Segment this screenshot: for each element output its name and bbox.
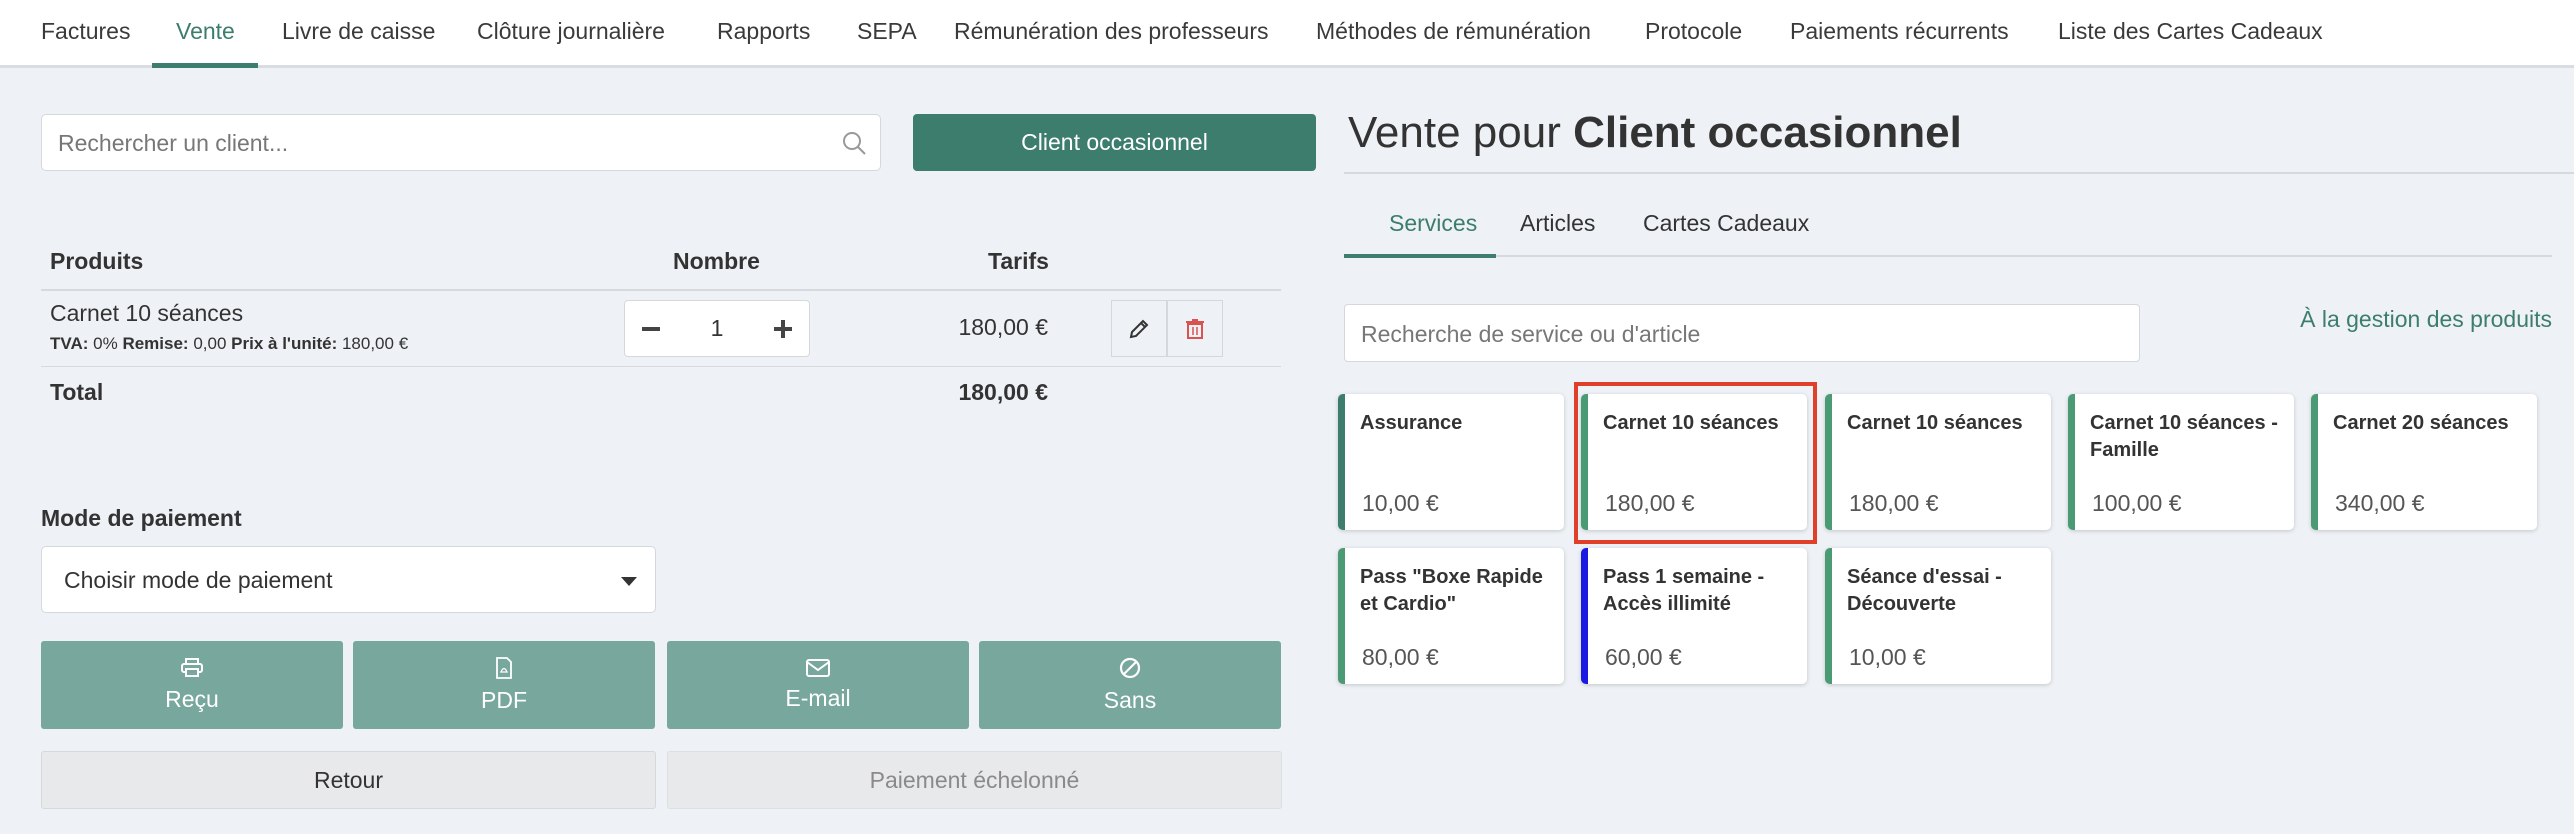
product-card-price: 80,00 € xyxy=(1362,644,1439,670)
occasional-client-button[interactable]: Client occasionnel xyxy=(913,114,1316,171)
table-divider xyxy=(41,289,1281,291)
cart-item-meta: TVA: 0% Remise: 0,00 Prix à l'unité: 180… xyxy=(50,334,409,353)
product-card[interactable]: Carnet 20 séances 340,00 € xyxy=(2311,394,2537,530)
title-divider xyxy=(1344,172,2574,174)
back-button[interactable]: Retour xyxy=(41,751,656,809)
email-button[interactable]: E-mail xyxy=(667,641,969,729)
tab-remuneration-professeurs[interactable]: Rémunération des professeurs xyxy=(954,18,1269,45)
total-label: Total xyxy=(50,379,104,405)
client-search-box xyxy=(41,114,881,171)
receipt-button-label: Reçu xyxy=(165,685,219,712)
product-card-name: Pass 1 semaine - Accès illimité xyxy=(1603,566,1765,615)
service-search-box xyxy=(1344,304,2140,362)
product-card-price: 100,00 € xyxy=(2092,490,2182,516)
active-tab-indicator xyxy=(152,63,258,68)
product-card-name: Séance d'essai - Découverte xyxy=(1847,566,2002,615)
no-receipt-button[interactable]: Sans xyxy=(979,641,1281,729)
table-divider xyxy=(41,366,1281,367)
product-card-price: 180,00 € xyxy=(1849,490,1939,516)
tab-articles[interactable]: Articles xyxy=(1520,210,1595,237)
tab-services[interactable]: Services xyxy=(1389,210,1477,237)
tabs-divider xyxy=(1344,255,2552,257)
email-button-label: E-mail xyxy=(785,684,851,711)
payment-mode-label: Mode de paiement xyxy=(41,505,242,531)
quantity-stepper: 1 xyxy=(624,300,810,357)
product-card[interactable]: Pass "Boxe Rapide et Cardio" 80,00 € xyxy=(1338,548,1564,684)
installment-payment-button[interactable]: Paiement échelonné xyxy=(667,751,1282,809)
product-card-name: Pass "Boxe Rapide et Cardio" xyxy=(1360,566,1543,615)
active-tab-indicator xyxy=(1344,254,1496,258)
product-card[interactable]: Carnet 10 séances 180,00 € xyxy=(1825,394,2051,530)
manage-products-link[interactable]: À la gestion des produits xyxy=(2300,306,2552,333)
tab-livre-de-caisse[interactable]: Livre de caisse xyxy=(282,18,435,45)
product-card-price: 340,00 € xyxy=(2335,490,2425,516)
pencil-icon xyxy=(1129,319,1149,338)
pdf-button-label: PDF xyxy=(481,686,527,713)
quantity-value[interactable]: 1 xyxy=(681,315,753,342)
product-card[interactable]: Carnet 10 séances - Famille 100,00 € xyxy=(2068,394,2294,530)
no-receipt-button-label: Sans xyxy=(1103,686,1157,713)
payment-mode-value: Choisir mode de paiement xyxy=(64,567,333,593)
plus-icon[interactable] xyxy=(765,311,801,347)
products-header: Produits xyxy=(50,248,144,274)
tab-methodes-remuneration[interactable]: Méthodes de rémunération xyxy=(1316,18,1591,45)
tab-liste-cartes-cadeaux[interactable]: Liste des Cartes Cadeaux xyxy=(2058,18,2323,45)
pdf-file-icon xyxy=(496,656,512,679)
printer-icon xyxy=(181,657,203,677)
product-card-price: 10,00 € xyxy=(1362,490,1439,516)
envelope-icon xyxy=(806,658,830,677)
cart-item-price: 180,00 € xyxy=(958,314,1048,340)
caret-down-icon xyxy=(621,577,637,586)
tab-protocole[interactable]: Protocole xyxy=(1645,18,1742,45)
product-card-price: 10,00 € xyxy=(1849,644,1926,670)
tab-paiements-recurrents[interactable]: Paiements récurrents xyxy=(1790,18,2009,45)
top-nav: Factures Vente Livre de caisse Clôture j… xyxy=(0,0,2574,68)
tab-rapports[interactable]: Rapports xyxy=(717,18,810,45)
tab-vente[interactable]: Vente xyxy=(176,18,235,45)
delete-item-button[interactable] xyxy=(1167,300,1223,357)
pdf-button[interactable]: PDF xyxy=(353,641,655,729)
product-card[interactable]: Assurance 10,00 € xyxy=(1338,394,1564,530)
product-card-name: Carnet 10 séances - Famille xyxy=(2090,412,2278,461)
product-card[interactable]: Séance d'essai - Découverte 10,00 € xyxy=(1825,548,2051,684)
ban-icon xyxy=(1119,657,1141,678)
tab-sepa[interactable]: SEPA xyxy=(857,18,917,45)
cart-item-name: Carnet 10 séances xyxy=(50,300,244,326)
product-card-name: Carnet 20 séances xyxy=(2333,412,2509,434)
minus-icon[interactable] xyxy=(633,311,669,347)
search-icon[interactable] xyxy=(840,129,868,157)
page-title: Vente pour Client occasionnel xyxy=(1348,108,1962,157)
payment-mode-select[interactable]: Choisir mode de paiement xyxy=(41,546,656,613)
tab-cloture-journaliere[interactable]: Clôture journalière xyxy=(477,18,665,45)
price-header: Tarifs xyxy=(988,248,1049,274)
quantity-header: Nombre xyxy=(673,248,760,274)
selected-card-highlight xyxy=(1574,382,1817,544)
tab-cartes-cadeaux[interactable]: Cartes Cadeaux xyxy=(1643,210,1809,237)
product-card[interactable]: Pass 1 semaine - Accès illimité 60,00 € xyxy=(1581,548,1807,684)
product-card-name: Carnet 10 séances xyxy=(1847,412,2023,434)
trash-icon xyxy=(1186,318,1204,339)
edit-item-button[interactable] xyxy=(1111,300,1167,357)
product-card-name: Assurance xyxy=(1360,412,1463,434)
client-search-input[interactable] xyxy=(58,127,838,159)
product-card-price: 60,00 € xyxy=(1605,644,1682,670)
total-value: 180,00 € xyxy=(958,379,1048,405)
receipt-button[interactable]: Reçu xyxy=(41,641,343,729)
service-search-input[interactable] xyxy=(1361,318,2121,350)
tab-factures[interactable]: Factures xyxy=(41,18,130,45)
